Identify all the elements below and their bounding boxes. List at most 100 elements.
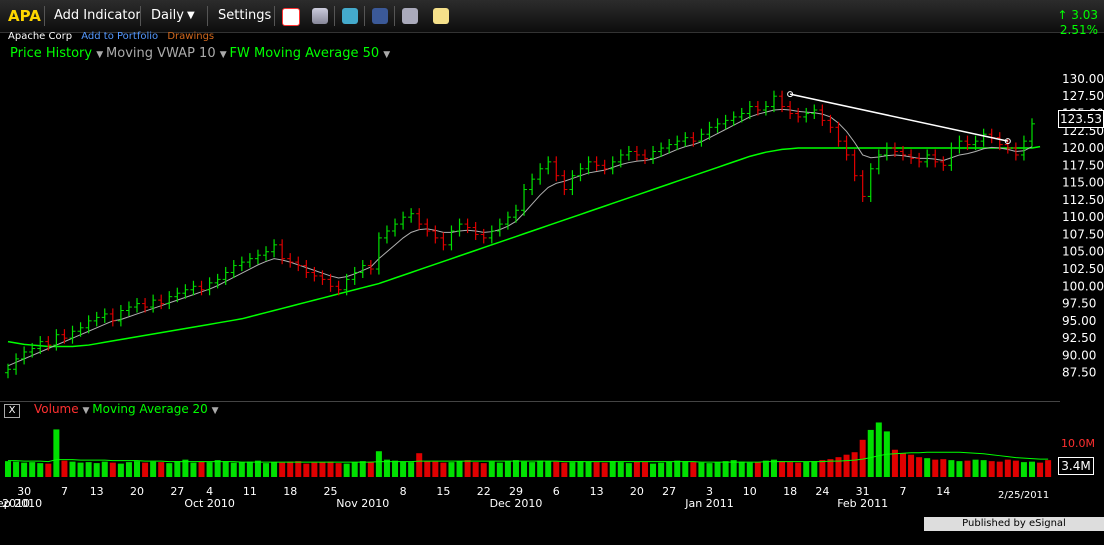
volume-bar: [117, 463, 124, 477]
volume-bar: [287, 461, 294, 477]
volume-bar: [811, 461, 818, 477]
twitter-icon[interactable]: [342, 8, 358, 24]
sticky-note-icon[interactable]: [433, 8, 449, 24]
price-bar: [512, 204, 519, 223]
volume-bar: [996, 461, 1003, 477]
volume-bar: [787, 462, 794, 477]
price-bar: [21, 346, 28, 365]
volume-bar: [327, 461, 334, 477]
volume-bar: [529, 462, 536, 477]
x-tick-label: 13: [590, 485, 604, 498]
chevron-down-icon[interactable]: ▼: [220, 50, 230, 60]
y-tick-label: 87.50: [1062, 366, 1096, 380]
volume-bar: [1029, 461, 1035, 477]
volume-ma-label[interactable]: Moving Average 20: [92, 402, 208, 416]
price-bar: [214, 273, 221, 289]
close-icon[interactable]: X: [4, 404, 20, 418]
chevron-down-icon[interactable]: ▼: [96, 50, 106, 60]
volume-bar: [641, 462, 648, 477]
toolbar-divider: [140, 6, 141, 26]
volume-axis-high: 10.0M: [1061, 437, 1095, 450]
price-bar: [335, 280, 342, 296]
ma-label[interactable]: FW Moving Average 50: [230, 46, 380, 61]
price-bar: [182, 284, 189, 299]
chevron-down-icon[interactable]: ▼: [212, 406, 219, 416]
volume-bar: [988, 461, 995, 477]
vwap-label[interactable]: Moving VWAP 10: [106, 46, 216, 61]
volume-bar: [690, 462, 697, 477]
y-tick-label: 107.50: [1062, 227, 1104, 241]
price-bar: [988, 128, 995, 144]
volume-bar: [230, 462, 237, 477]
volume-label[interactable]: Volume: [34, 402, 79, 416]
chevron-down-icon[interactable]: ▼: [82, 406, 92, 416]
alarm-clock-icon[interactable]: [282, 8, 300, 26]
price-bar: [762, 101, 769, 116]
x-tick-label: 3: [706, 485, 713, 498]
volume-bar: [392, 460, 399, 477]
volume-bar: [867, 429, 874, 477]
price-bar: [803, 107, 810, 123]
volume-bar: [367, 461, 374, 477]
price-chart[interactable]: 130.00127.50125.00122.50120.00117.50115.…: [0, 0, 1104, 531]
x-tick-label: 4: [206, 485, 213, 498]
volume-bar: [45, 463, 52, 477]
volume-bar: [714, 462, 721, 477]
volume-bar: [246, 461, 253, 477]
price-bar: [464, 218, 471, 234]
price-bar: [222, 266, 229, 285]
price-bar: [5, 363, 11, 379]
settings-button[interactable]: Settings: [218, 0, 271, 32]
y-tick-label: 105.00: [1062, 245, 1104, 259]
volume-bar: [891, 449, 898, 477]
x-tick-label: 14: [936, 485, 950, 498]
up-arrow-icon: ↑: [1057, 8, 1068, 22]
toolbar-divider: [394, 6, 395, 26]
add-indicator-button[interactable]: Add Indicator: [54, 0, 141, 32]
volume-bar: [263, 463, 270, 477]
volume-bar: [940, 459, 947, 477]
drawings-link[interactable]: Drawings: [167, 31, 214, 42]
price-bar: [851, 149, 858, 182]
binoculars-icon[interactable]: [402, 8, 418, 24]
x-tick-label: 7: [61, 485, 68, 498]
database-icon[interactable]: [312, 8, 328, 24]
toolbar: APA Add Indicator Daily ▼ Settings: [0, 0, 1104, 33]
volume-bar: [835, 457, 842, 477]
ticker-symbol[interactable]: APA: [8, 0, 41, 32]
price-bar: [174, 287, 181, 303]
volume-bar: [738, 461, 745, 477]
chevron-down-icon[interactable]: ▼: [383, 50, 390, 60]
interval-dropdown[interactable]: Daily: [151, 0, 184, 32]
x-tick-label: 2010: [2, 497, 30, 510]
price-bar: [504, 211, 511, 230]
volume-bar: [754, 462, 761, 477]
volume-bar: [198, 461, 205, 477]
price-bar: [246, 253, 253, 268]
volume-bar: [972, 459, 979, 477]
price-bar: [230, 260, 237, 279]
price-bar: [424, 218, 431, 237]
y-tick-label: 115.00: [1062, 176, 1104, 190]
chevron-down-icon[interactable]: ▼: [187, 0, 195, 32]
price-bar: [730, 111, 737, 126]
volume-bar: [577, 461, 584, 477]
volume-bar: [908, 454, 915, 477]
price-bar: [996, 132, 1003, 151]
price-bar: [400, 211, 407, 230]
volume-bar: [770, 459, 777, 477]
volume-bar: [456, 461, 463, 477]
price-bar: [1029, 118, 1035, 147]
add-to-portfolio-link[interactable]: Add to Portfolio: [81, 31, 158, 42]
price-bar: [319, 270, 326, 285]
volume-bar: [383, 459, 390, 477]
volume-bar: [134, 461, 141, 477]
price-change: ↑ 3.03 2.51%: [1057, 8, 1098, 38]
price-bar: [722, 114, 729, 130]
x-tick-label: 7: [899, 485, 906, 498]
x-tick-label: 8: [400, 485, 407, 498]
price-history-label[interactable]: Price History: [10, 46, 92, 61]
volume-bar: [21, 462, 28, 477]
price-bar: [738, 107, 745, 123]
facebook-icon[interactable]: [372, 8, 388, 24]
